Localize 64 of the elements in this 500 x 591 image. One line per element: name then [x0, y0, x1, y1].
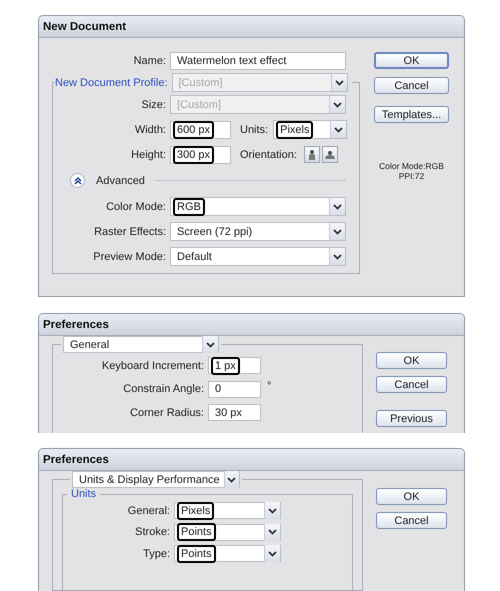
section-label: Advanced [96, 174, 145, 186]
height-field[interactable]: 300 px [170, 146, 231, 164]
units-dropdown[interactable]: Pixels [273, 120, 348, 139]
input-field[interactable]: 30 px [208, 404, 261, 422]
window-title: Preferences [43, 454, 109, 466]
dialog-button[interactable]: Previous [376, 410, 447, 427]
field-label: Keyboard Increment: [100, 360, 205, 372]
landscape-button[interactable] [322, 146, 338, 163]
group-label: Units [71, 488, 96, 500]
section-dropdown[interactable]: General [63, 336, 219, 353]
field-label: Color Mode: [105, 200, 167, 212]
input-field[interactable]: 0 [208, 380, 261, 398]
dropdown[interactable]: Screen (72 ppi) [170, 222, 346, 241]
width-field[interactable]: 600 px [170, 120, 231, 138]
field-label: Name: [132, 54, 167, 66]
dropdown[interactable]: Default [170, 247, 346, 266]
dialog-button[interactable]: Cancel [376, 376, 447, 393]
unit-symbol: ° [267, 380, 272, 392]
chevron-down-icon [333, 254, 342, 260]
info-text: Color Mode:RGB [379, 161, 444, 171]
dropdown[interactable]: Points [174, 524, 281, 541]
dropdown[interactable]: Points [174, 545, 281, 562]
field-label: General: [126, 504, 171, 517]
advanced-toggle[interactable] [70, 173, 85, 188]
window-title: Preferences [43, 318, 109, 330]
field-label: Size: [140, 98, 167, 110]
input-field[interactable]: 1 px [208, 357, 261, 374]
field-label: Units: [240, 124, 270, 136]
section-dropdown[interactable]: Units & Display Performance [72, 471, 240, 488]
dropdown[interactable]: Pixels [174, 502, 281, 520]
dialog-button[interactable]: Cancel [374, 77, 449, 94]
portrait-button[interactable] [304, 146, 320, 163]
window-title: New Document [43, 20, 126, 32]
dialog-button[interactable]: Templates... [374, 106, 449, 123]
dialog-button[interactable]: OK [376, 488, 447, 505]
dropdown[interactable]: RGB [170, 197, 346, 216]
field-label: Stroke: [134, 526, 171, 538]
chevron-down-icon [333, 204, 342, 210]
name-field[interactable]: Watermelon text effect [170, 52, 346, 70]
info-text: PPI:72 [398, 171, 424, 181]
field-label: Constrain Angle: [122, 383, 205, 396]
dialog-button[interactable]: OK [374, 52, 449, 69]
chevron-down-icon [206, 342, 215, 348]
dialog-button[interactable]: OK [376, 352, 447, 369]
chevron-down-icon [268, 529, 277, 536]
dialog-button[interactable]: Cancel [376, 512, 447, 529]
field-label: Orientation: [240, 148, 298, 160]
profile-label: New Document Profile: [55, 76, 168, 88]
figure-icon [306, 148, 317, 160]
field-label: Raster Effects: [93, 226, 167, 238]
field-label: Preview Mode: [92, 250, 167, 262]
field-label: Width: [134, 124, 167, 136]
chevron-down-icon [227, 476, 236, 482]
chevron-icon [74, 176, 82, 184]
field-label: Height: [130, 148, 167, 160]
field-label: Corner Radius: [129, 406, 205, 419]
chevron-down-icon [334, 126, 344, 132]
chevron-down-icon [333, 102, 342, 108]
field-label: Type: [142, 548, 171, 560]
chevron-down-icon [268, 550, 277, 557]
chevron-down-icon [268, 508, 277, 514]
figure-icon [324, 150, 336, 160]
chevron-down-icon [334, 80, 344, 86]
chevron-down-icon [333, 228, 342, 234]
